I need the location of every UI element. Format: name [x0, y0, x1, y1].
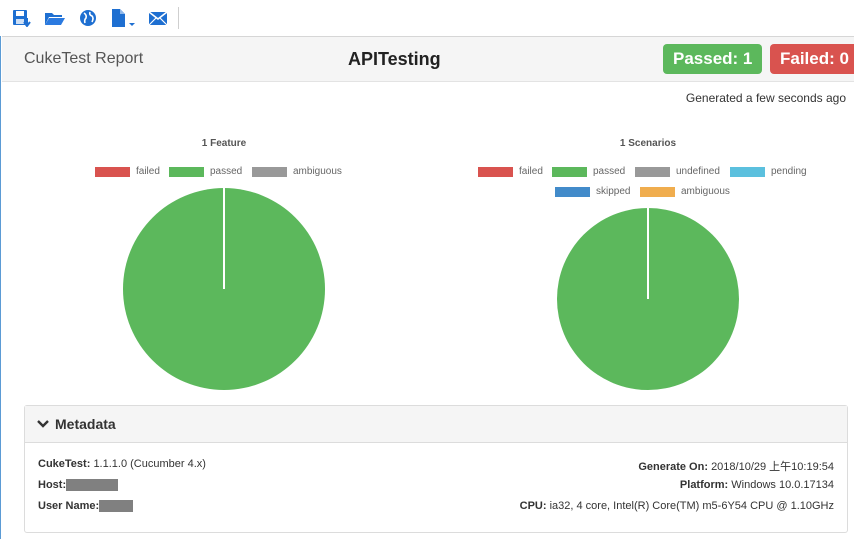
legend-swatch-ambiguous — [640, 187, 675, 197]
toolbar-separator — [178, 7, 179, 29]
globe-button[interactable] — [77, 8, 99, 28]
toolbar — [0, 0, 854, 36]
legend-item-passed[interactable]: passed — [169, 166, 242, 178]
meta-cpu: CPU: ia32, 4 core, Intel(R) Core(TM) m5-… — [519, 500, 834, 512]
legend-swatch-passed — [552, 167, 587, 177]
brand-label: CukeTest Report — [24, 50, 144, 67]
save-icon — [13, 10, 31, 27]
meta-cuketest: CukeTest: 1.1.1.0 (Cucumber 4.x) — [38, 458, 206, 470]
failed-badge: Failed: 0 — [770, 44, 854, 74]
new-file-dropdown-icon — [112, 9, 135, 27]
legend-swatch-pending — [730, 167, 765, 177]
legend-item-ambiguous[interactable]: ambiguous — [252, 166, 342, 178]
legend-swatch-undefined — [635, 167, 670, 177]
legend-item-undefined[interactable]: undefined — [635, 166, 720, 178]
chevron-down-icon — [37, 420, 49, 428]
meta-generate-on: Generate On: 2018/10/29 上午10:19:54 — [638, 461, 834, 473]
legend-item-passed-scen[interactable]: passed — [552, 166, 625, 178]
report-header: CukeTest Report APITesting Passed: 1 Fai… — [2, 36, 854, 82]
metadata-heading: Metadata — [55, 416, 116, 432]
legend-swatch-skipped — [555, 187, 590, 197]
meta-host: Host: — [38, 479, 119, 492]
metadata-toggle[interactable]: Metadata — [25, 406, 847, 443]
meta-username: User Name: — [38, 500, 134, 513]
mail-button[interactable] — [147, 8, 169, 28]
scenario-chart-title: 1 Scenarios — [619, 138, 677, 149]
legend-item-ambiguous-scen[interactable]: ambiguous — [640, 186, 730, 198]
legend-item-pending[interactable]: pending — [730, 166, 807, 178]
legend-swatch-failed — [478, 167, 513, 177]
feature-pie-chart[interactable] — [122, 187, 326, 391]
legend-item-failed[interactable]: failed — [95, 166, 160, 178]
scenario-pie-chart[interactable] — [556, 207, 740, 391]
globe-icon — [80, 10, 96, 26]
legend-swatch-ambiguous — [252, 167, 287, 177]
passed-badge: Passed: 1 — [663, 44, 763, 74]
legend-item-skipped[interactable]: skipped — [555, 186, 630, 198]
mail-icon — [148, 11, 168, 26]
legend-item-failed-scen[interactable]: failed — [478, 166, 543, 178]
metadata-panel: Metadata CukeTest: 1.1.1.0 (Cucumber 4.x… — [24, 405, 848, 533]
new-file-dropdown-button[interactable] — [110, 8, 138, 28]
open-folder-icon — [45, 13, 65, 25]
page-title: APITesting — [348, 49, 441, 69]
legend-swatch-failed — [95, 167, 130, 177]
redacted-username — [99, 500, 134, 513]
generated-timestamp: Generated a few seconds ago — [685, 91, 846, 105]
feature-chart-title: 1 Feature — [201, 138, 247, 149]
meta-platform: Platform: Windows 10.0.17134 — [679, 479, 834, 491]
open-folder-button[interactable] — [44, 8, 66, 28]
legend-swatch-passed — [169, 167, 204, 177]
window-left-border — [0, 0, 1, 539]
redacted-host — [66, 479, 119, 492]
save-button[interactable] — [11, 8, 33, 28]
